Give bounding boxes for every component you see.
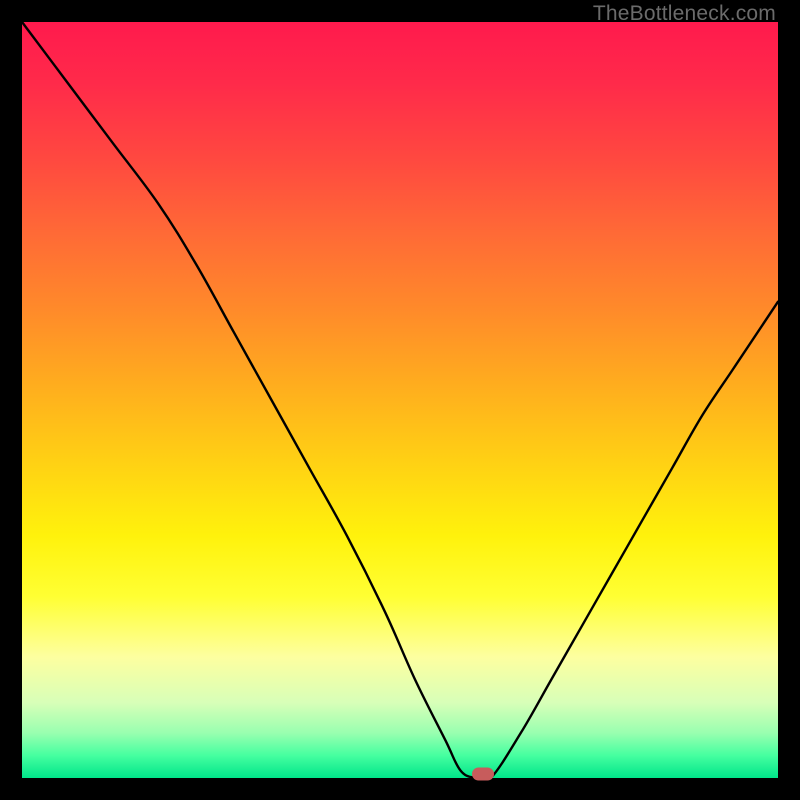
plot-area [22, 22, 778, 778]
chart-frame: TheBottleneck.com [0, 0, 800, 800]
bottleneck-curve [22, 22, 778, 778]
optimal-point-marker [472, 768, 494, 781]
